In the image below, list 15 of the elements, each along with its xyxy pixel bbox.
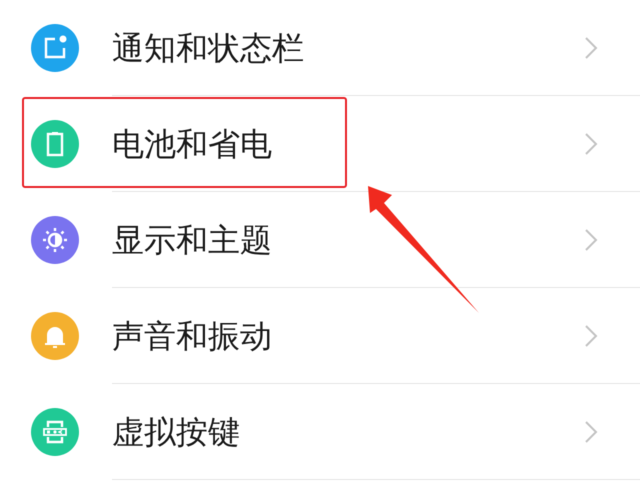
settings-row[interactable]: 显示和主题 (0, 192, 640, 288)
settings-row[interactable]: 虚拟按键 (0, 384, 640, 480)
row-label: 电池和省电 (112, 124, 272, 165)
row-label: 通知和状态栏 (112, 28, 304, 69)
chevron-right-icon (584, 132, 598, 156)
chevron-right-icon (584, 228, 598, 252)
settings-row[interactable]: 电池和省电 (0, 96, 640, 192)
settings-row[interactable]: 通知和状态栏 (0, 0, 640, 96)
chevron-right-icon (584, 36, 598, 60)
row-label: 声音和振动 (112, 316, 272, 357)
chevron-right-icon (584, 324, 598, 348)
row-label: 显示和主题 (112, 220, 272, 261)
row-label: 虚拟按键 (112, 412, 240, 453)
chevron-right-icon (584, 420, 598, 444)
settings-row[interactable]: 声音和振动 (0, 288, 640, 384)
